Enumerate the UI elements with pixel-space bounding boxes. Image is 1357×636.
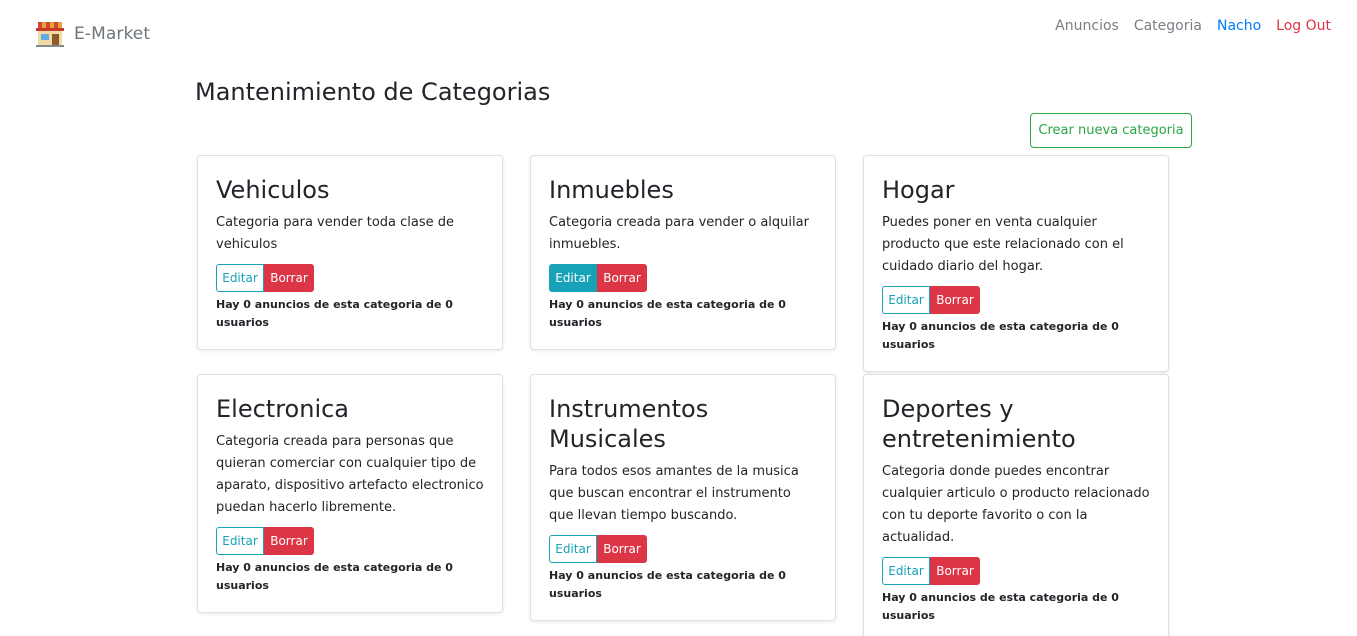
- nav-links: Anuncios Categoria Nacho Log Out: [1055, 18, 1331, 34]
- edit-button[interactable]: Editar: [216, 264, 264, 292]
- page-title: Mantenimiento de Categorias: [195, 78, 551, 106]
- delete-button[interactable]: Borrar: [597, 535, 647, 563]
- brand[interactable]: E-Market: [35, 20, 150, 48]
- delete-button[interactable]: Borrar: [930, 557, 980, 585]
- card-title: Vehiculos: [216, 176, 330, 204]
- card-actions: Editar Borrar: [882, 286, 1150, 314]
- logout-link[interactable]: Log Out: [1276, 18, 1331, 34]
- brand-name: E-Market: [74, 24, 151, 44]
- card-summary: Hay 0 anuncios de esta categoria de 0 us…: [216, 561, 453, 592]
- card-summary: Hay 0 anuncios de esta categoria de 0 us…: [549, 298, 786, 329]
- card-description: Puedes poner en venta cualquier producto…: [882, 215, 1124, 274]
- card-title: Inmuebles: [549, 176, 674, 204]
- card-actions: Editar Borrar: [216, 527, 484, 555]
- card-actions: Editar Borrar: [216, 264, 484, 292]
- card-summary: Hay 0 anuncios de esta categoria de 0 us…: [882, 591, 1119, 622]
- delete-button[interactable]: Borrar: [264, 264, 314, 292]
- card-actions: Editar Borrar: [549, 535, 817, 563]
- card-title: Instrumentos Musicales: [549, 395, 709, 453]
- card-description: Categoria donde puedes encontrar cualqui…: [882, 464, 1150, 545]
- category-card-inmuebles: Inmuebles Categoria creada para vender o…: [530, 155, 836, 350]
- top-navbar: E-Market Anuncios Categoria Nacho Log Ou…: [0, 0, 1357, 66]
- card-description: Para todos esos amantes de la musica que…: [549, 464, 799, 523]
- card-description: Categoria creada para vender o alquilar …: [549, 215, 809, 252]
- edit-button[interactable]: Editar: [549, 535, 597, 563]
- category-card-vehiculos: Vehiculos Categoria para vender toda cla…: [197, 155, 503, 350]
- edit-button[interactable]: Editar: [882, 286, 930, 314]
- card-description: Categoria para vender toda clase de vehi…: [216, 215, 454, 252]
- category-card-deportes: Deportes y entretenimiento Categoria don…: [863, 374, 1169, 636]
- card-title: Deportes y entretenimiento: [882, 395, 1076, 453]
- card-description: Categoria creada para personas que quier…: [216, 434, 484, 515]
- card-actions: Editar Borrar: [549, 264, 817, 292]
- create-category-button[interactable]: Crear nueva categoria: [1030, 113, 1192, 148]
- category-card-instrumentos-musicales: Instrumentos Musicales Para todos esos a…: [530, 374, 836, 621]
- card-summary: Hay 0 anuncios de esta categoria de 0 us…: [882, 320, 1119, 351]
- delete-button[interactable]: Borrar: [930, 286, 980, 314]
- delete-button[interactable]: Borrar: [264, 527, 314, 555]
- edit-button[interactable]: Editar: [882, 557, 930, 585]
- card-actions: Editar Borrar: [882, 557, 1150, 585]
- nav-link-user[interactable]: Nacho: [1217, 18, 1261, 34]
- store-icon: [35, 20, 65, 48]
- card-summary: Hay 0 anuncios de esta categoria de 0 us…: [549, 569, 786, 600]
- edit-button[interactable]: Editar: [549, 264, 597, 292]
- card-summary: Hay 0 anuncios de esta categoria de 0 us…: [216, 298, 453, 329]
- card-title: Hogar: [882, 176, 955, 204]
- edit-button[interactable]: Editar: [216, 527, 264, 555]
- card-title: Electronica: [216, 395, 350, 423]
- category-card-electronica: Electronica Categoria creada para person…: [197, 374, 503, 613]
- nav-link-anuncios[interactable]: Anuncios: [1055, 18, 1119, 34]
- nav-link-categoria[interactable]: Categoria: [1134, 18, 1202, 34]
- delete-button[interactable]: Borrar: [597, 264, 647, 292]
- category-card-hogar: Hogar Puedes poner en venta cualquier pr…: [863, 155, 1169, 372]
